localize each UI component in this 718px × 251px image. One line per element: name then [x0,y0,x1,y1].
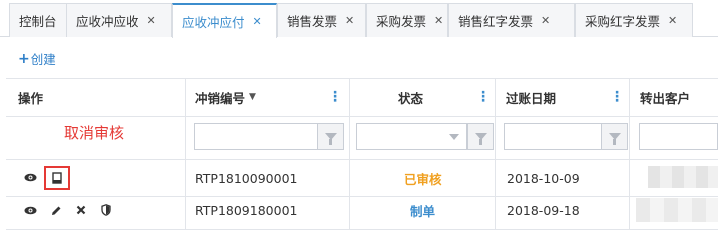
redacted-customer [636,198,718,222]
tab-label: 采购发票 [376,14,427,29]
tab-purchase-red-invoice[interactable]: 采购红字发票 ✕ [575,3,693,37]
date-filter-input[interactable] [504,123,602,150]
tab-label: 应收冲应付 [182,15,245,30]
close-icon[interactable]: ✕ [253,15,262,28]
tab-label: 销售发票 [287,14,338,29]
status-badge: 制单 [410,203,436,219]
tab-purchase-invoice[interactable]: 采购发票 ✕ [366,3,448,37]
tab-label: 控制台 [19,14,57,29]
eye-icon[interactable] [23,170,37,184]
tab-sales-red-invoice[interactable]: 销售红字发票 ✕ [448,3,575,37]
tab-label: 应收冲应收 [76,14,139,29]
close-icon[interactable]: ✕ [345,14,354,27]
date-cell: 2018-10-09 [507,170,580,186]
create-label: 创建 [30,52,56,67]
close-icon[interactable]: ✕ [541,14,550,27]
tab-receivable-offset-receivable[interactable]: 应收冲应收 ✕ [66,3,172,37]
column-header-customer: 转出客户 [640,90,691,106]
column-header-actions: 操作 [18,90,44,106]
column-header-status: 状态 [398,90,424,106]
code-cell: RTP1810090001 [195,170,298,186]
sort-desc-icon[interactable]: ▼ [249,92,256,102]
tab-sales-invoice[interactable]: 销售发票 ✕ [277,3,366,37]
filter-icon[interactable] [467,123,494,150]
tab-console[interactable]: 控制台 [9,3,67,37]
document-icon[interactable] [50,171,64,185]
create-button[interactable]: + 创建 [18,49,56,68]
plus-icon: + [18,50,30,67]
filter-icon[interactable] [317,123,344,150]
column-menu-icon[interactable]: ⋮ [328,88,342,106]
data-grid: 操作 冲销编号 ▼ ⋮ 状态 ⋮ 过账日期 ⋮ 转出客户 取消审核 RTP181… [6,78,718,251]
column-header-code[interactable]: 冲销编号 ▼ [195,78,256,116]
customer-filter-input[interactable] [639,123,718,150]
close-icon[interactable] [74,203,88,217]
chevron-down-icon[interactable] [449,134,459,140]
pencil-icon[interactable] [49,203,63,217]
status-badge: 已审核 [404,171,442,187]
close-icon[interactable]: ✕ [668,14,677,27]
date-cell: 2018-09-18 [507,202,580,218]
tab-label: 销售红字发票 [458,14,534,29]
column-menu-icon[interactable]: ⋮ [476,88,490,106]
code-filter-input[interactable] [194,123,318,150]
code-cell: RTP1809180001 [195,202,298,218]
tab-receivable-offset-payable[interactable]: 应收冲应付 ✕ [172,3,277,38]
cancel-approval-annotation: 取消审核 [64,124,125,142]
tab-bar: 控制台 应收冲应收 ✕ 应收冲应付 ✕ 销售发票 ✕ 采购发票 ✕ 销售红字发票… [0,0,718,38]
tab-label: 采购红字发票 [585,14,661,29]
column-header-date: 过账日期 [506,90,557,106]
eye-icon[interactable] [23,203,37,217]
filter-icon[interactable] [601,123,628,150]
redacted-customer [648,166,718,188]
shield-icon[interactable] [99,203,113,217]
column-menu-icon[interactable]: ⋮ [610,88,624,106]
close-icon[interactable]: ✕ [147,14,156,27]
close-icon[interactable]: ✕ [434,14,443,27]
